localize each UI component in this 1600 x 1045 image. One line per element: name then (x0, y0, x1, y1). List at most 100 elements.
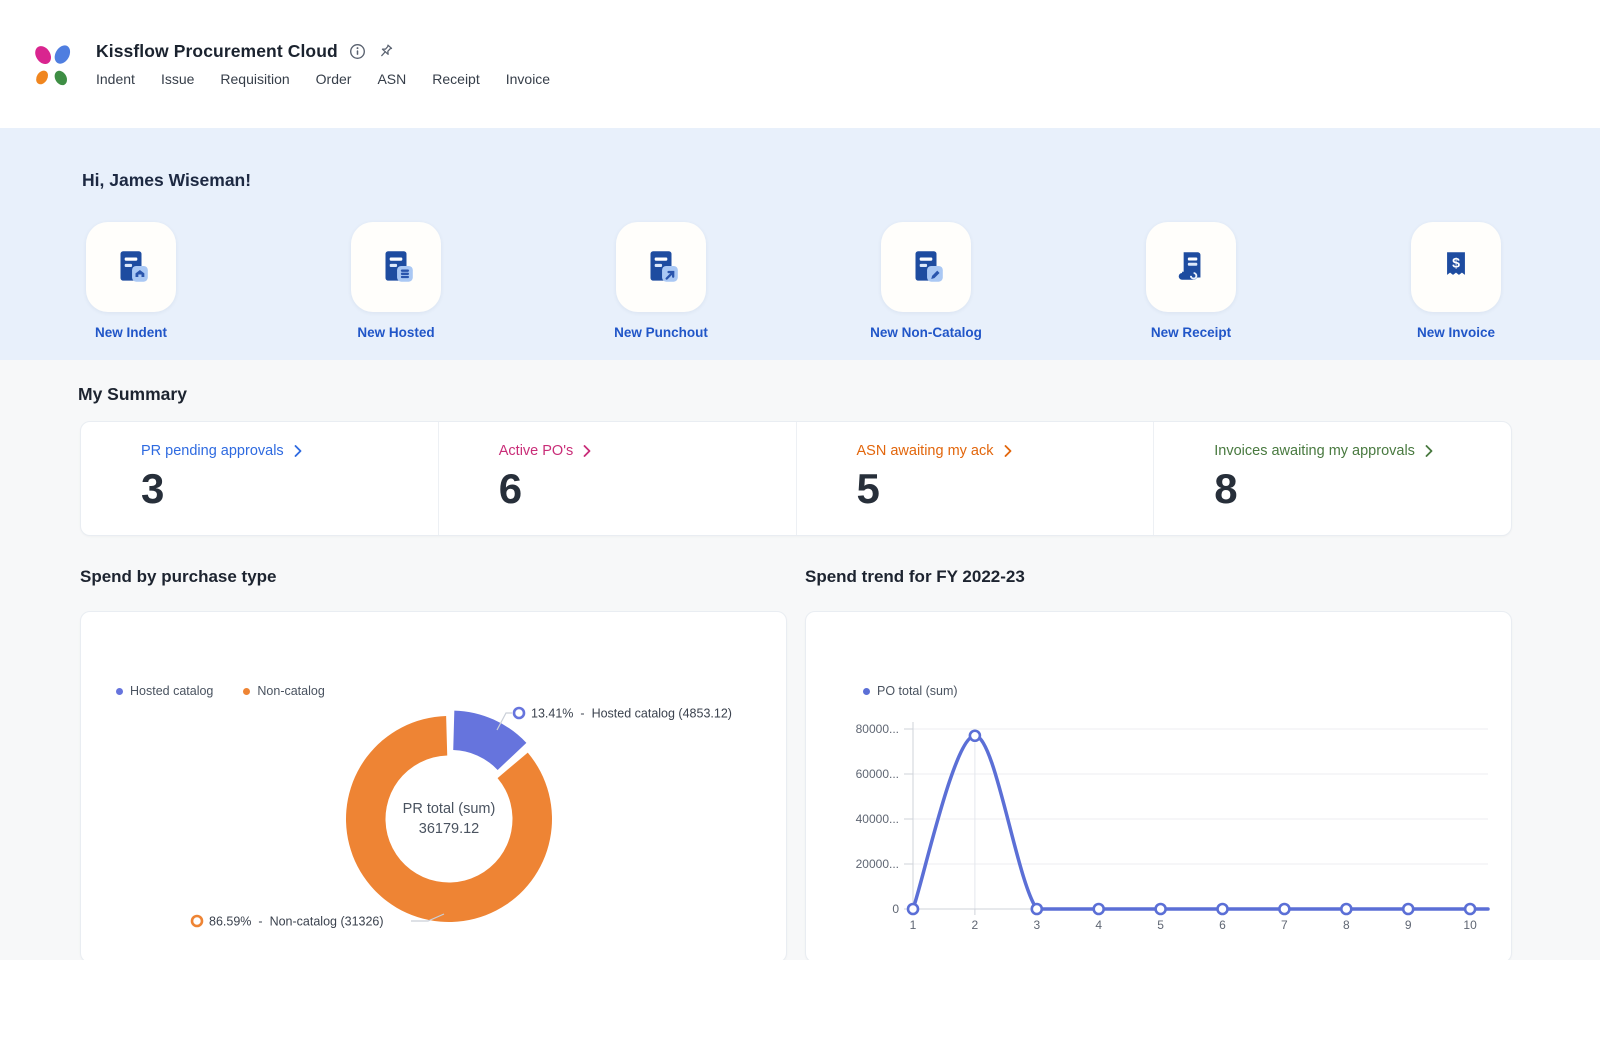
pin-icon[interactable] (377, 43, 394, 60)
app-header: Kissflow Procurement Cloud Indent Issue … (0, 0, 1600, 128)
line-chart-title: Spend trend for FY 2022-23 (805, 566, 1512, 587)
tile-label: New Non-Catalog (870, 325, 982, 340)
document-home-icon (110, 246, 152, 288)
svg-text:4: 4 (1095, 918, 1102, 932)
new-receipt-tile[interactable] (1146, 222, 1236, 312)
invoices-awaiting-approvals-link[interactable]: Invoices awaiting my approvals (1214, 443, 1511, 459)
svg-text:40000...: 40000... (856, 812, 899, 826)
spend-trend-block: Spend trend for FY 2022-23 PO total (sum… (805, 566, 1512, 960)
receipt-roll-icon (1170, 246, 1212, 288)
quick-action-new-invoice[interactable]: $ New Invoice (1391, 222, 1521, 340)
summary-col-asn-awaiting: ASN awaiting my ack 5 (796, 422, 1154, 535)
new-punchout-tile[interactable] (616, 222, 706, 312)
quick-action-new-indent[interactable]: New Indent (66, 222, 196, 340)
nav-requisition[interactable]: Requisition (220, 71, 289, 87)
quick-action-new-punchout[interactable]: New Punchout (596, 222, 726, 340)
svg-text:86.59%-Non-catalog (31326): 86.59%-Non-catalog (31326) (209, 915, 384, 929)
quick-action-new-hosted[interactable]: New Hosted (331, 222, 461, 340)
summary-heading: My Summary (0, 360, 1600, 406)
chevron-right-icon (583, 445, 591, 457)
tile-label: New Indent (95, 325, 167, 340)
dashboard-body: My Summary PR pending approvals 3 Active… (0, 360, 1600, 960)
svg-text:80000...: 80000... (856, 722, 899, 736)
donut-legend: Hosted catalog Non-catalog (116, 684, 325, 698)
legend-hosted-catalog[interactable]: Hosted catalog (116, 684, 213, 698)
nav-receipt[interactable]: Receipt (432, 71, 479, 87)
donut-chart-card: Hosted catalog Non-catalog PR total (sum… (80, 611, 787, 960)
svg-text:13.41%-Hosted catalog (4853.12: 13.41%-Hosted catalog (4853.12) (531, 707, 732, 721)
svg-text:10: 10 (1463, 918, 1477, 932)
svg-text:1: 1 (910, 918, 917, 932)
new-non-catalog-tile[interactable] (881, 222, 971, 312)
quick-actions: New Indent New Hosted (66, 222, 1521, 340)
pr-pending-approvals-link[interactable]: PR pending approvals (141, 443, 438, 459)
chevron-right-icon (1425, 445, 1433, 457)
new-indent-tile[interactable] (86, 222, 176, 312)
legend-label: PO total (sum) (877, 684, 958, 698)
summary-col-active-pos: Active PO's 6 (438, 422, 796, 535)
header-text-block: Kissflow Procurement Cloud Indent Issue … (96, 41, 550, 87)
donut-chart: PR total (sum) 36179.12 13.41%-Hosted cata… (81, 612, 787, 960)
legend-label: Hosted catalog (130, 684, 213, 698)
donut-chart-title: Spend by purchase type (80, 566, 787, 587)
active-pos-link[interactable]: Active PO's (499, 443, 796, 459)
tile-label: New Invoice (1417, 325, 1495, 340)
nav-asn[interactable]: ASN (377, 71, 406, 87)
asn-awaiting-ack-link[interactable]: ASN awaiting my ack (857, 443, 1154, 459)
svg-text:7: 7 (1281, 918, 1288, 932)
quick-action-new-receipt[interactable]: New Receipt (1126, 222, 1256, 340)
svg-text:$: $ (1452, 256, 1460, 272)
summary-card: PR pending approvals 3 Active PO's 6 ASN… (80, 421, 1512, 536)
spend-by-purchase-type-block: Spend by purchase type Hosted catalog No… (80, 566, 787, 960)
nav-order[interactable]: Order (316, 71, 352, 87)
tile-label: New Hosted (357, 325, 434, 340)
summary-value: 6 (499, 468, 796, 510)
info-icon[interactable] (349, 43, 366, 60)
legend-dot-orange (243, 688, 250, 695)
legend-non-catalog[interactable]: Non-catalog (243, 684, 324, 698)
chevron-right-icon (1004, 445, 1012, 457)
tile-label: New Punchout (614, 325, 708, 340)
nav-issue[interactable]: Issue (161, 71, 194, 87)
svg-text:6: 6 (1219, 918, 1226, 932)
legend-po-total[interactable]: PO total (sum) (863, 684, 958, 698)
summary-value: 8 (1214, 468, 1511, 510)
document-database-icon (375, 246, 417, 288)
nav-invoice[interactable]: Invoice (506, 71, 550, 87)
svg-text:20000...: 20000... (856, 857, 899, 871)
line-chart-card: PO total (sum) 0 20000... 40000... 60000...… (805, 611, 1512, 960)
kissflow-logo-icon (28, 41, 78, 91)
quick-action-new-non-catalog[interactable]: New Non-Catalog (861, 222, 991, 340)
line-chart: 020000...40000...60000...80000...1234567… (806, 612, 1512, 960)
summary-col-invoices-awaiting: Invoices awaiting my approvals 8 (1153, 422, 1511, 535)
nav-indent[interactable]: Indent (96, 71, 135, 87)
charts-row: Spend by purchase type Hosted catalog No… (80, 566, 1512, 960)
svg-text:PR total (sum): PR total (sum) (403, 801, 496, 817)
line-legend: PO total (sum) (863, 684, 958, 698)
svg-text:36179.12: 36179.12 (419, 821, 479, 837)
legend-dot-blue (863, 688, 870, 695)
document-arrow-icon (640, 246, 682, 288)
new-invoice-tile[interactable]: $ (1411, 222, 1501, 312)
document-edit-icon (905, 246, 947, 288)
summary-label: PR pending approvals (141, 443, 284, 459)
summary-col-pr-pending: PR pending approvals 3 (81, 422, 438, 535)
chevron-right-icon (294, 445, 302, 457)
new-hosted-tile[interactable] (351, 222, 441, 312)
svg-text:0: 0 (892, 902, 899, 916)
svg-text:9: 9 (1405, 918, 1412, 932)
summary-label: Active PO's (499, 443, 573, 459)
summary-value: 5 (857, 468, 1154, 510)
svg-text:60000...: 60000... (856, 767, 899, 781)
legend-dot-blue (116, 688, 123, 695)
greeting: Hi, James Wiseman! (0, 128, 1600, 192)
invoice-dollar-icon: $ (1435, 246, 1477, 288)
svg-text:2: 2 (972, 918, 979, 932)
svg-text:5: 5 (1157, 918, 1164, 932)
hero-section: Hi, James Wiseman! New Indent (0, 128, 1600, 360)
app-title: Kissflow Procurement Cloud (96, 41, 338, 62)
summary-value: 3 (141, 468, 438, 510)
summary-label: ASN awaiting my ack (857, 443, 994, 459)
main-nav: Indent Issue Requisition Order ASN Recei… (96, 71, 550, 87)
summary-label: Invoices awaiting my approvals (1214, 443, 1415, 459)
